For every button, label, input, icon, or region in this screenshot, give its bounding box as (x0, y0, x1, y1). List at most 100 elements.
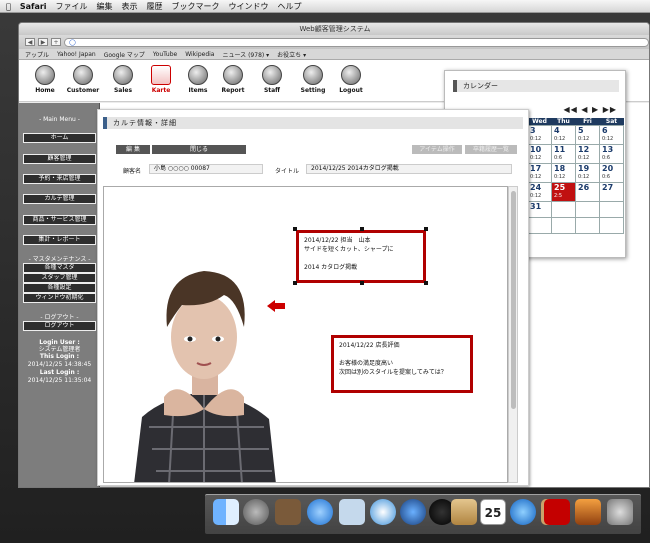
menu-file[interactable]: ファイル (56, 1, 88, 12)
calendar-day-cell[interactable]: 10 0:12 (527, 144, 552, 164)
nav-label: Home (35, 87, 55, 94)
nav-staff[interactable]: Staff (254, 63, 290, 100)
menu-bookmarks[interactable]: ブックマーク (172, 1, 220, 12)
scrollbar-thumb[interactable] (511, 191, 516, 409)
bookmark-item[interactable]: お役立ち ▾ (277, 50, 306, 59)
calendar-day-cell[interactable]: 18 0:12 (551, 163, 576, 183)
calendar-day-cell[interactable]: 20 0:6 (599, 163, 624, 183)
calendar-day-cell[interactable]: 25 2:5 (551, 182, 576, 202)
calendar-day-cell[interactable] (575, 217, 600, 234)
iphoto-icon[interactable] (575, 499, 601, 525)
calendar-day-cell[interactable]: 11 0:6 (551, 144, 576, 164)
calendar-day-number: 12 (578, 145, 590, 154)
resize-handle[interactable] (293, 281, 297, 285)
nav-karte[interactable]: Karte (143, 63, 179, 100)
calendar-icon[interactable]: 25 (480, 499, 506, 525)
calendar-day-cell[interactable]: 24 0:12 (527, 182, 552, 202)
address-bar[interactable]: ◯ (64, 37, 649, 47)
calendar-day-cell[interactable]: 31 (527, 201, 552, 218)
add-tab-button[interactable]: + (51, 38, 61, 46)
sidebar-item-logout[interactable]: ログアウト (23, 321, 96, 331)
calendar-day-cell[interactable]: 5 0:12 (575, 125, 600, 145)
karte-note-stylist[interactable]: 2014/12/22 担当 山本 サイドを短くカット、シャープに 2014 カタ… (296, 230, 426, 283)
menu-window[interactable]: ウインドウ (229, 1, 269, 12)
nav-sales[interactable]: Sales (105, 63, 141, 100)
menu-history[interactable]: 履歴 (147, 1, 163, 12)
bookmark-item[interactable]: Yahoo! Japan (57, 51, 96, 58)
bookmark-item[interactable]: ニュース (978) ▾ (222, 50, 269, 59)
safari-icon[interactable] (370, 499, 396, 525)
calendar-day-cell[interactable]: 6 0:12 (599, 125, 624, 145)
calendar-day-cell[interactable]: 27 (599, 182, 624, 202)
karte-note-manager[interactable]: 2014/12/22 店長評価 お客様の満足度高い 次回は別のスタイルを提案して… (331, 335, 473, 393)
system-prefs-icon[interactable] (607, 499, 633, 525)
music-icon[interactable] (510, 499, 536, 525)
calendar-day-cell[interactable] (551, 217, 576, 234)
nav-setting[interactable]: Setting (295, 63, 331, 100)
menu-edit[interactable]: 編集 (97, 1, 113, 12)
calendar-day-cell[interactable] (527, 217, 552, 234)
nav-report[interactable]: Report (215, 63, 251, 100)
calendar-day-cell[interactable]: 4 0:12 (551, 125, 576, 145)
launchpad-icon[interactable] (243, 499, 269, 525)
history-button[interactable]: 卒籍履歴一覧 (465, 145, 517, 154)
calendar-day-cell[interactable]: 17 0:12 (527, 163, 552, 183)
bookmark-item[interactable]: YouTube (153, 51, 177, 58)
nav-customer[interactable]: Customer (65, 63, 101, 100)
edit-button[interactable]: 編 集 (116, 145, 150, 154)
calendar-day-cell[interactable]: 12 0:12 (575, 144, 600, 164)
bookmark-item[interactable]: Google マップ (104, 50, 145, 59)
calendar-nav[interactable]: ◀◀ ◀ ▶ ▶▶ (563, 105, 617, 114)
contacts-icon[interactable] (451, 499, 477, 525)
canvas-scrollbar[interactable] (508, 186, 518, 483)
resize-handle[interactable] (360, 281, 364, 285)
sidebar-item-reservations[interactable]: 予約・来店管理 (23, 174, 96, 184)
system-menu-bar:  Safari ファイル 編集 表示 履歴 ブックマーク ウインドウ ヘルプ (0, 0, 650, 13)
resize-handle[interactable] (360, 227, 364, 231)
photo-icon[interactable] (275, 499, 301, 525)
nav-items[interactable]: Items (180, 63, 216, 100)
karte-canvas[interactable]: 2014/12/22 担当 山本 サイドを短くカット、シャープに 2014 カタ… (103, 186, 508, 483)
calendar-day-cell[interactable]: 19 0:12 (575, 163, 600, 183)
item-action-button[interactable]: アイテム操作 (412, 145, 462, 154)
sidebar-item-masters[interactable]: 各種マスタ (23, 263, 96, 273)
sidebar-item-karte[interactable]: カルテ管理 (23, 194, 96, 204)
mail-icon[interactable] (339, 499, 365, 525)
back-button[interactable]: ◀ (25, 38, 35, 46)
sidebar-item-home[interactable]: ホーム (23, 133, 96, 143)
calendar-day-cell[interactable] (599, 217, 624, 234)
app-store-icon[interactable] (307, 499, 333, 525)
sidebar-item-products[interactable]: 商品・サービス管理 (23, 215, 96, 225)
resize-handle[interactable] (293, 227, 297, 231)
sidebar-item-settings[interactable]: 各種設定 (23, 283, 96, 293)
nav-logout[interactable]: Logout (333, 63, 369, 100)
title-field: 2014/12/25 2014カタログ掲載 (306, 164, 512, 174)
nav-home[interactable]: Home (27, 63, 63, 100)
calendar-day-cell[interactable] (551, 201, 576, 218)
forward-button[interactable]: ▶ (38, 38, 48, 46)
finder-icon[interactable] (213, 499, 239, 525)
sidebar-item-reports[interactable]: 集計・レポート (23, 235, 96, 245)
calendar-day-count: 0:12 (554, 136, 566, 142)
menu-view[interactable]: 表示 (122, 1, 138, 12)
calendar-day-cell[interactable] (599, 201, 624, 218)
close-button[interactable]: 閉じる (152, 145, 246, 154)
sidebar-item-staff[interactable]: スタッフ管理 (23, 273, 96, 283)
resize-handle[interactable] (424, 227, 428, 231)
bookmark-item[interactable]: Wikipedia (185, 51, 214, 58)
sidebar-item-window-reset[interactable]: ウィンドウ初期化 (23, 293, 96, 303)
calendar-day-cell[interactable] (575, 201, 600, 218)
browser-toolbar: ◀ ▶ + ◯ (19, 35, 649, 49)
calendar-day-number: 4 (554, 126, 560, 135)
apple-menu-icon[interactable]:  (6, 2, 11, 11)
sidebar-item-customers[interactable]: 顧客管理 (23, 154, 96, 164)
menu-app-name[interactable]: Safari (20, 2, 47, 11)
calendar-day-cell[interactable]: 26 (575, 182, 600, 202)
quicktime-icon[interactable] (400, 499, 426, 525)
resize-handle[interactable] (424, 281, 428, 285)
calendar-day-cell[interactable]: 3 0:12 (527, 125, 552, 145)
photo-booth-icon[interactable] (544, 499, 570, 525)
bookmark-item[interactable]: アップル (25, 50, 49, 59)
calendar-day-cell[interactable]: 13 0:6 (599, 144, 624, 164)
menu-help[interactable]: ヘルプ (278, 1, 302, 12)
